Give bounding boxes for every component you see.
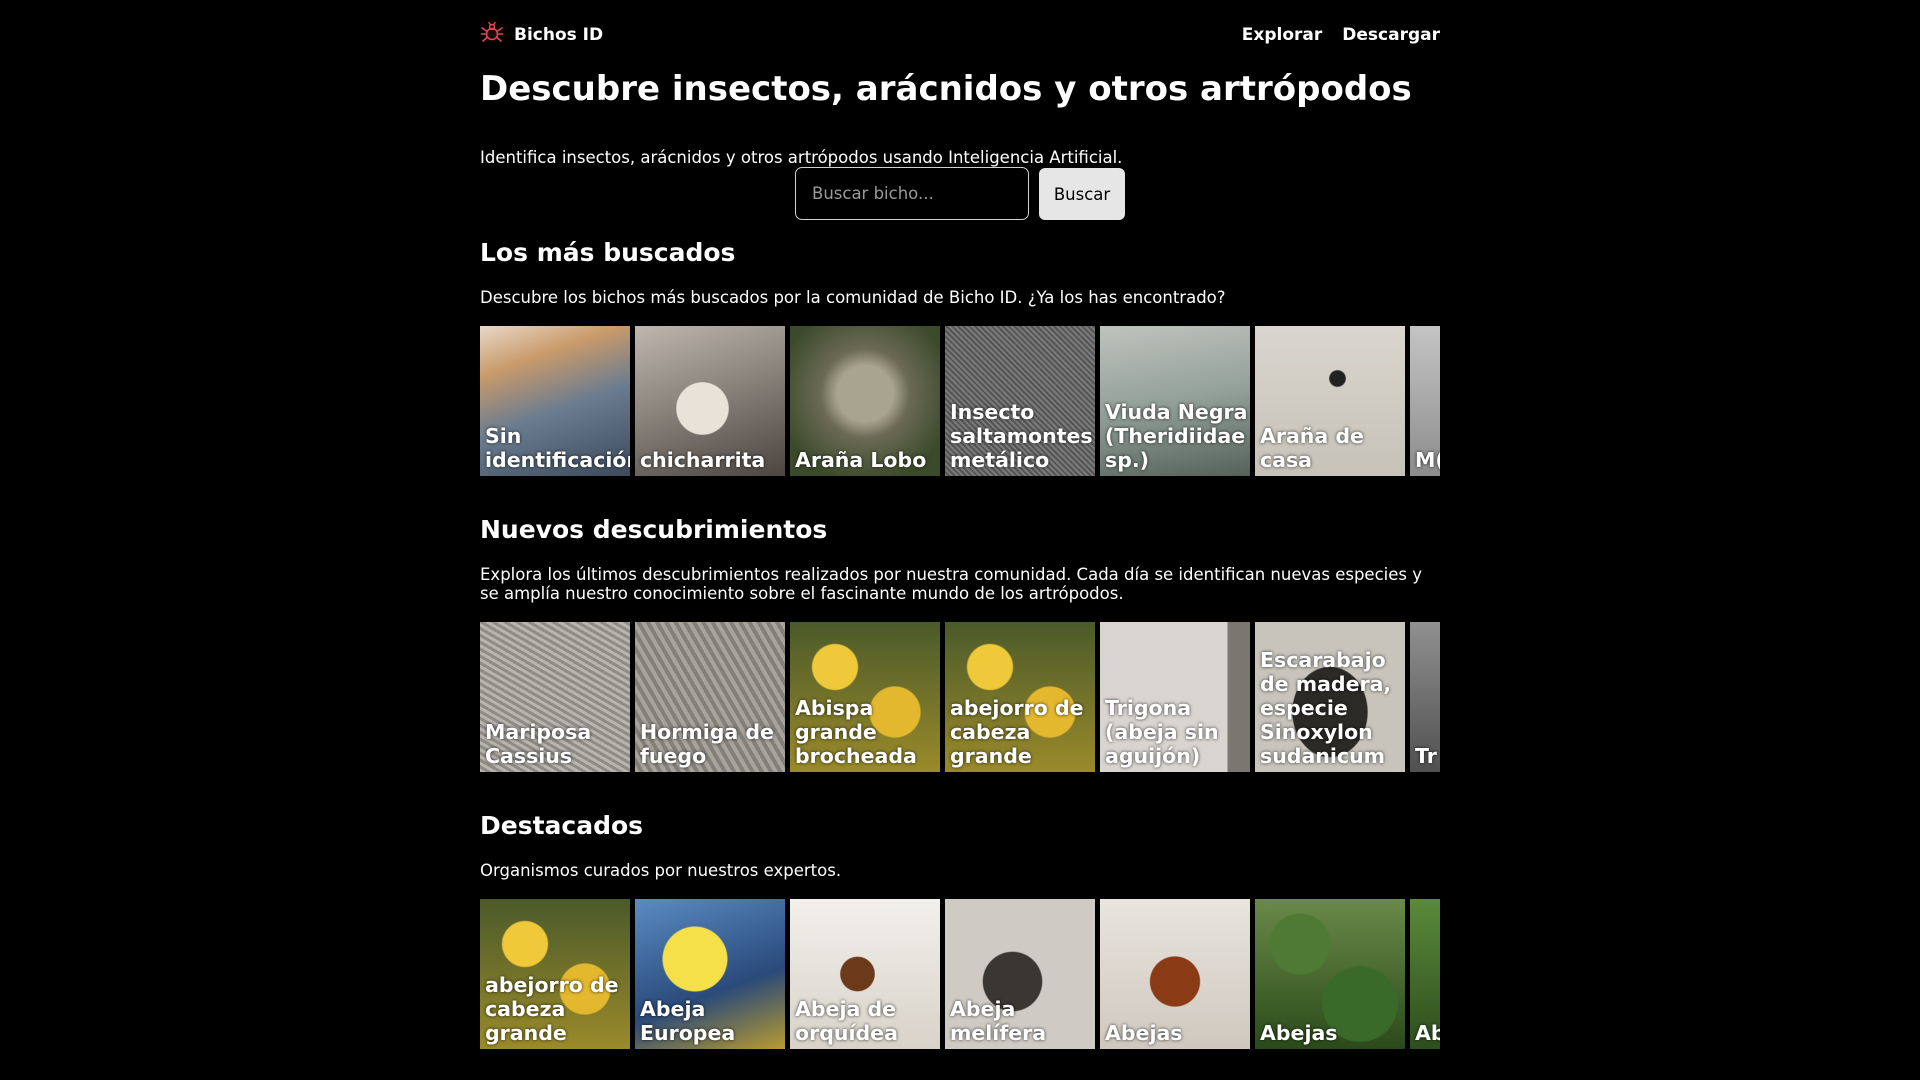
species-card-label: Viuda Negra (Theridiidae sp.) (1105, 400, 1248, 472)
bug-logo-icon (480, 21, 504, 49)
species-card-label: Hormiga de fuego (640, 720, 774, 768)
most-searched-carousel[interactable]: Sin identificación chicharrita Araña Lob… (480, 326, 1440, 476)
species-card-label: Araña de casa (1260, 424, 1364, 472)
species-card[interactable]: Araña de casa (1255, 326, 1405, 476)
new-discoveries-carousel[interactable]: Mariposa Cassius Hormiga de fuego Abispa… (480, 622, 1440, 772)
species-card[interactable]: Mariposa Cassius (480, 622, 630, 772)
species-card[interactable]: Abeja Europea (635, 899, 785, 1049)
nav-descargar-link[interactable]: Descargar (1342, 25, 1440, 45)
species-card-label: abejorro de cabeza grande (950, 696, 1084, 768)
section-description: Descubre los bichos más buscados por la … (480, 288, 1226, 307)
section-title-most-searched: Los más buscados (480, 238, 736, 267)
species-card[interactable]: abejorro de cabeza grande (480, 899, 630, 1049)
species-card-label: Ab (1415, 1021, 1440, 1045)
species-card[interactable]: Insecto saltamontes metálico (945, 326, 1095, 476)
species-card-label: Sin identificación (485, 424, 630, 472)
species-card[interactable]: Abejas (1255, 899, 1405, 1049)
species-card[interactable]: Viuda Negra (Theridiidae sp.) (1100, 326, 1250, 476)
featured-carousel[interactable]: abejorro de cabeza grande Abeja Europea … (480, 899, 1440, 1049)
species-card[interactable]: Abispa grande brocheada (790, 622, 940, 772)
species-card[interactable]: Trigona (abeja sin aguijón) (1100, 622, 1250, 772)
search-bar: Buscar (480, 167, 1440, 220)
species-card-label: Abeja melífera (950, 997, 1047, 1045)
species-card-label: Abeja Europea (640, 997, 736, 1045)
species-card-label: Araña Lobo (795, 448, 927, 472)
brand-name: Bichos ID (514, 25, 604, 45)
species-card-label: Abeja de orquídea (795, 997, 898, 1045)
species-card[interactable]: Araña Lobo (790, 326, 940, 476)
species-card[interactable]: M(C sp (1410, 326, 1440, 476)
species-card[interactable]: Escarabajo de madera, especie Sinoxylon … (1255, 622, 1405, 772)
page-subtitle: Identifica insectos, arácnidos y otros a… (480, 148, 1123, 167)
nav-explorar-link[interactable]: Explorar (1242, 25, 1323, 45)
species-card[interactable]: chicharrita (635, 326, 785, 476)
search-button[interactable]: Buscar (1039, 168, 1125, 220)
species-card-label: Trigona (abeja sin aguijón) (1105, 696, 1219, 768)
species-card[interactable]: Abejas (1100, 899, 1250, 1049)
search-input[interactable] (795, 167, 1029, 220)
species-card[interactable]: Hormiga de fuego (635, 622, 785, 772)
species-card[interactable]: abejorro de cabeza grande (945, 622, 1095, 772)
species-card[interactable]: Sin identificación (480, 326, 630, 476)
species-card-label: Abejas (1105, 1021, 1183, 1045)
section-title-new-discoveries: Nuevos descubrimientos (480, 515, 828, 544)
species-card[interactable]: Abeja melífera (945, 899, 1095, 1049)
species-card-label: Abispa grande brocheada (795, 696, 917, 768)
species-card-label: Escarabajo de madera, especie Sinoxylon … (1260, 648, 1392, 768)
top-nav: Bichos ID Explorar Descargar (480, 0, 1440, 70)
species-card[interactable]: Tr un es ac (1410, 622, 1440, 772)
species-card-label: chicharrita (640, 448, 766, 472)
section-description: Explora los últimos descubrimientos real… (480, 565, 1422, 603)
section-description: Organismos curados por nuestros expertos… (480, 861, 842, 880)
page-title: Descubre insectos, arácnidos y otros art… (480, 69, 1412, 109)
species-card-label: abejorro de cabeza grande (485, 973, 619, 1045)
species-card-label: Abejas (1260, 1021, 1338, 1045)
species-card[interactable]: Abeja de orquídea (790, 899, 940, 1049)
species-card-label: M(C sp (1415, 448, 1440, 472)
section-title-featured: Destacados (480, 811, 644, 840)
species-card-label: Mariposa Cassius (485, 720, 592, 768)
species-card[interactable]: Ab (1410, 899, 1440, 1049)
species-card-label: Insecto saltamontes metálico (950, 400, 1093, 472)
brand[interactable]: Bichos ID (480, 21, 603, 49)
species-card-label: Tr un es ac (1415, 744, 1440, 768)
